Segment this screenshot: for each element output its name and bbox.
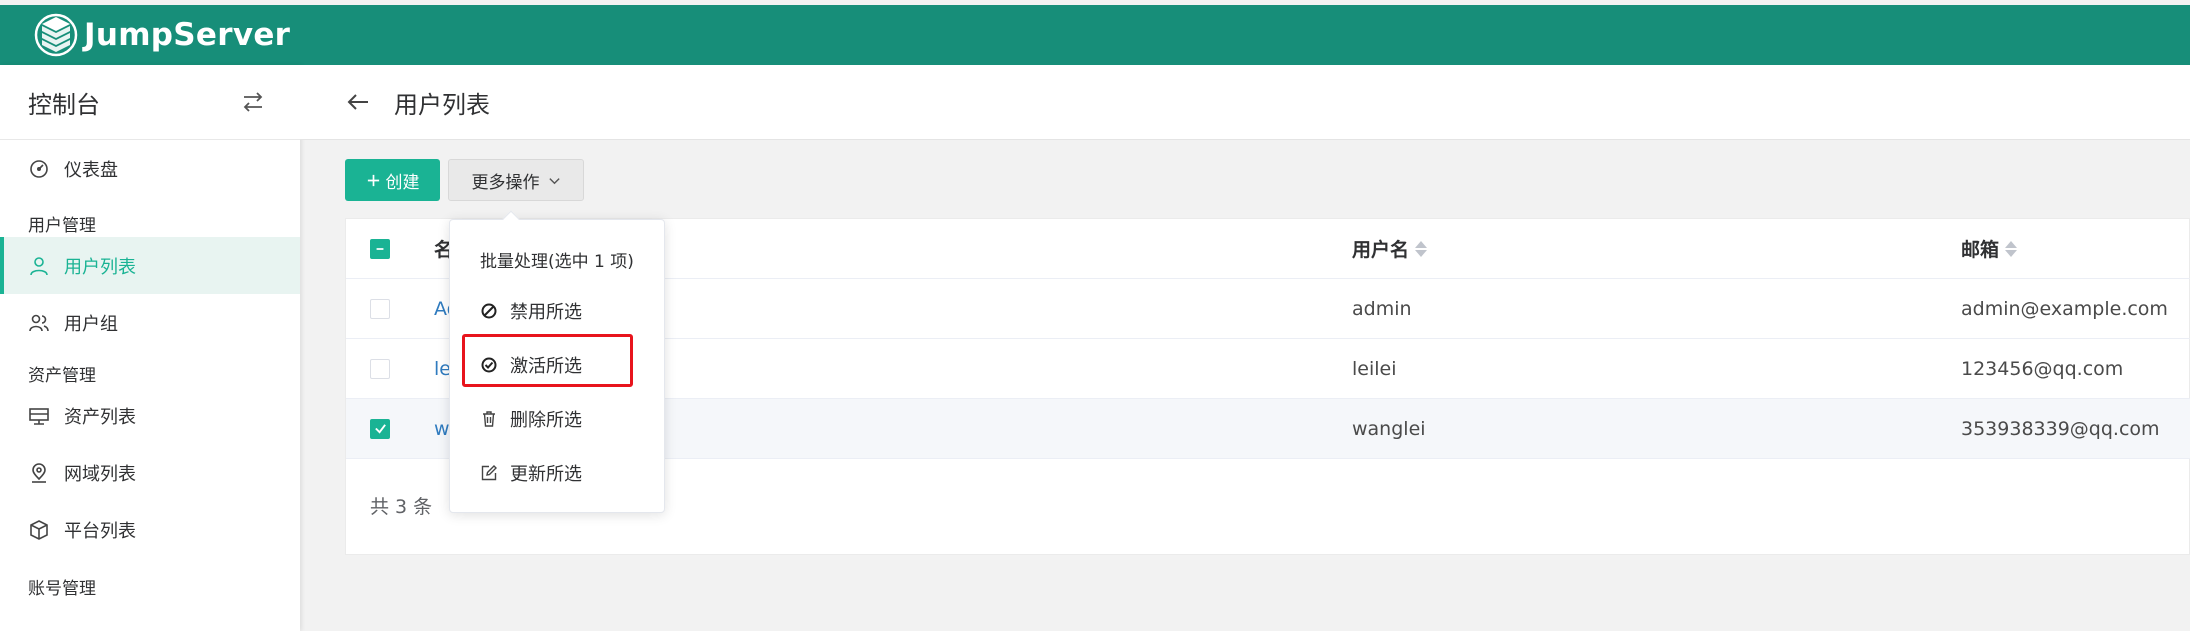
create-button[interactable]: 创建 — [345, 159, 440, 201]
plus-icon — [367, 174, 379, 186]
sidebar-item-user-group[interactable]: 用户组 — [0, 294, 300, 351]
username-cell: leilei — [1352, 357, 1397, 380]
dashboard-icon — [28, 158, 50, 180]
sidebar-item-domain-list[interactable]: 网域列表 — [0, 444, 300, 501]
email-cell: 123456@qq.com — [1961, 357, 2124, 380]
chevron-down-icon — [548, 177, 560, 184]
bulk-actions-dropdown: 批量处理(选中 1 项) 禁用所选 激活所选 删除所选 更新所选 — [449, 210, 665, 513]
sidebar-item-label: 仪表盘 — [64, 159, 118, 181]
brand-name: JumpServer — [84, 17, 291, 53]
sidebar-group-user-management: 用户管理 — [28, 215, 96, 236]
total-count: 共 3 条 — [370, 496, 433, 518]
sidebar-title: 控制台 — [28, 90, 100, 119]
location-icon — [28, 462, 50, 484]
column-header-email[interactable]: 邮箱 — [1961, 235, 2018, 262]
sidebar-item-user-list[interactable]: 用户列表 — [0, 237, 300, 294]
column-header-label: 用户名 — [1352, 239, 1410, 261]
sidebar-item-label: 用户列表 — [64, 256, 136, 278]
sidebar: 控制台 仪表盘 用户管理 用户列表 用户组 资产管理 资产列表 网域列表 平台列… — [0, 65, 300, 631]
sidebar-item-label: 网域列表 — [64, 463, 136, 485]
edit-icon — [480, 464, 498, 482]
row-checkbox[interactable] — [370, 418, 390, 439]
sidebar-header: 控制台 — [0, 65, 300, 140]
sidebar-item-label: 资产列表 — [64, 406, 136, 428]
more-actions-label: 更多操作 — [471, 172, 540, 193]
dropdown-arrow — [502, 210, 520, 228]
activate-selected-item[interactable]: 激活所选 — [480, 352, 582, 378]
dropdown-title: 批量处理(选中 1 项) — [480, 252, 634, 272]
user-icon — [28, 255, 50, 277]
check-icon — [374, 424, 386, 434]
menu-item-label: 激活所选 — [510, 356, 582, 377]
email-cell: admin@example.com — [1961, 297, 2168, 320]
trash-icon — [480, 410, 498, 428]
monitor-icon — [28, 405, 50, 427]
row-checkbox[interactable] — [370, 358, 390, 379]
sidebar-group-account-management: 账号管理 — [28, 578, 96, 599]
users-icon — [28, 312, 50, 334]
sidebar-item-platform-list[interactable]: 平台列表 — [0, 501, 300, 558]
page-header: 用户列表 — [300, 65, 2190, 140]
menu-item-label: 删除所选 — [510, 410, 582, 431]
username-cell: wanglei — [1352, 417, 1426, 440]
sidebar-item-asset-list[interactable]: 资产列表 — [0, 387, 300, 444]
sidebar-item-label: 用户组 — [64, 313, 118, 335]
sidebar-item-label: 平台列表 — [64, 520, 136, 542]
minus-icon — [376, 247, 384, 250]
jumpserver-logo-icon — [34, 13, 78, 57]
menu-item-label: 禁用所选 — [510, 302, 582, 323]
sidebar-group-asset-management: 资产管理 — [28, 365, 96, 386]
sort-icon[interactable] — [2005, 240, 2018, 257]
column-header-label: 邮箱 — [1961, 239, 2000, 261]
top-bar: JumpServer — [0, 5, 2190, 65]
username-cell: admin — [1352, 297, 1412, 320]
update-selected-item[interactable]: 更新所选 — [480, 460, 582, 486]
sidebar-item-dashboard[interactable]: 仪表盘 — [0, 140, 300, 197]
check-circle-icon — [480, 356, 498, 374]
arrow-left-icon[interactable] — [344, 88, 372, 116]
column-header-username[interactable]: 用户名 — [1352, 235, 1428, 262]
create-button-label: 创建 — [385, 172, 420, 193]
swap-icon[interactable] — [240, 89, 266, 115]
delete-selected-item[interactable]: 删除所选 — [480, 406, 582, 432]
logo[interactable]: JumpServer — [34, 13, 290, 57]
menu-item-label: 更新所选 — [510, 464, 582, 485]
disable-selected-item[interactable]: 禁用所选 — [480, 298, 582, 324]
page-title: 用户列表 — [394, 90, 490, 119]
more-actions-button[interactable]: 更多操作 — [448, 159, 584, 201]
user-name-link[interactable]: w — [434, 418, 450, 440]
cube-icon — [28, 519, 50, 541]
ban-icon — [480, 302, 498, 320]
select-all-checkbox[interactable] — [370, 238, 390, 259]
sort-icon[interactable] — [1415, 240, 1428, 257]
email-cell: 353938339@qq.com — [1961, 417, 2160, 440]
row-checkbox[interactable] — [370, 298, 390, 319]
